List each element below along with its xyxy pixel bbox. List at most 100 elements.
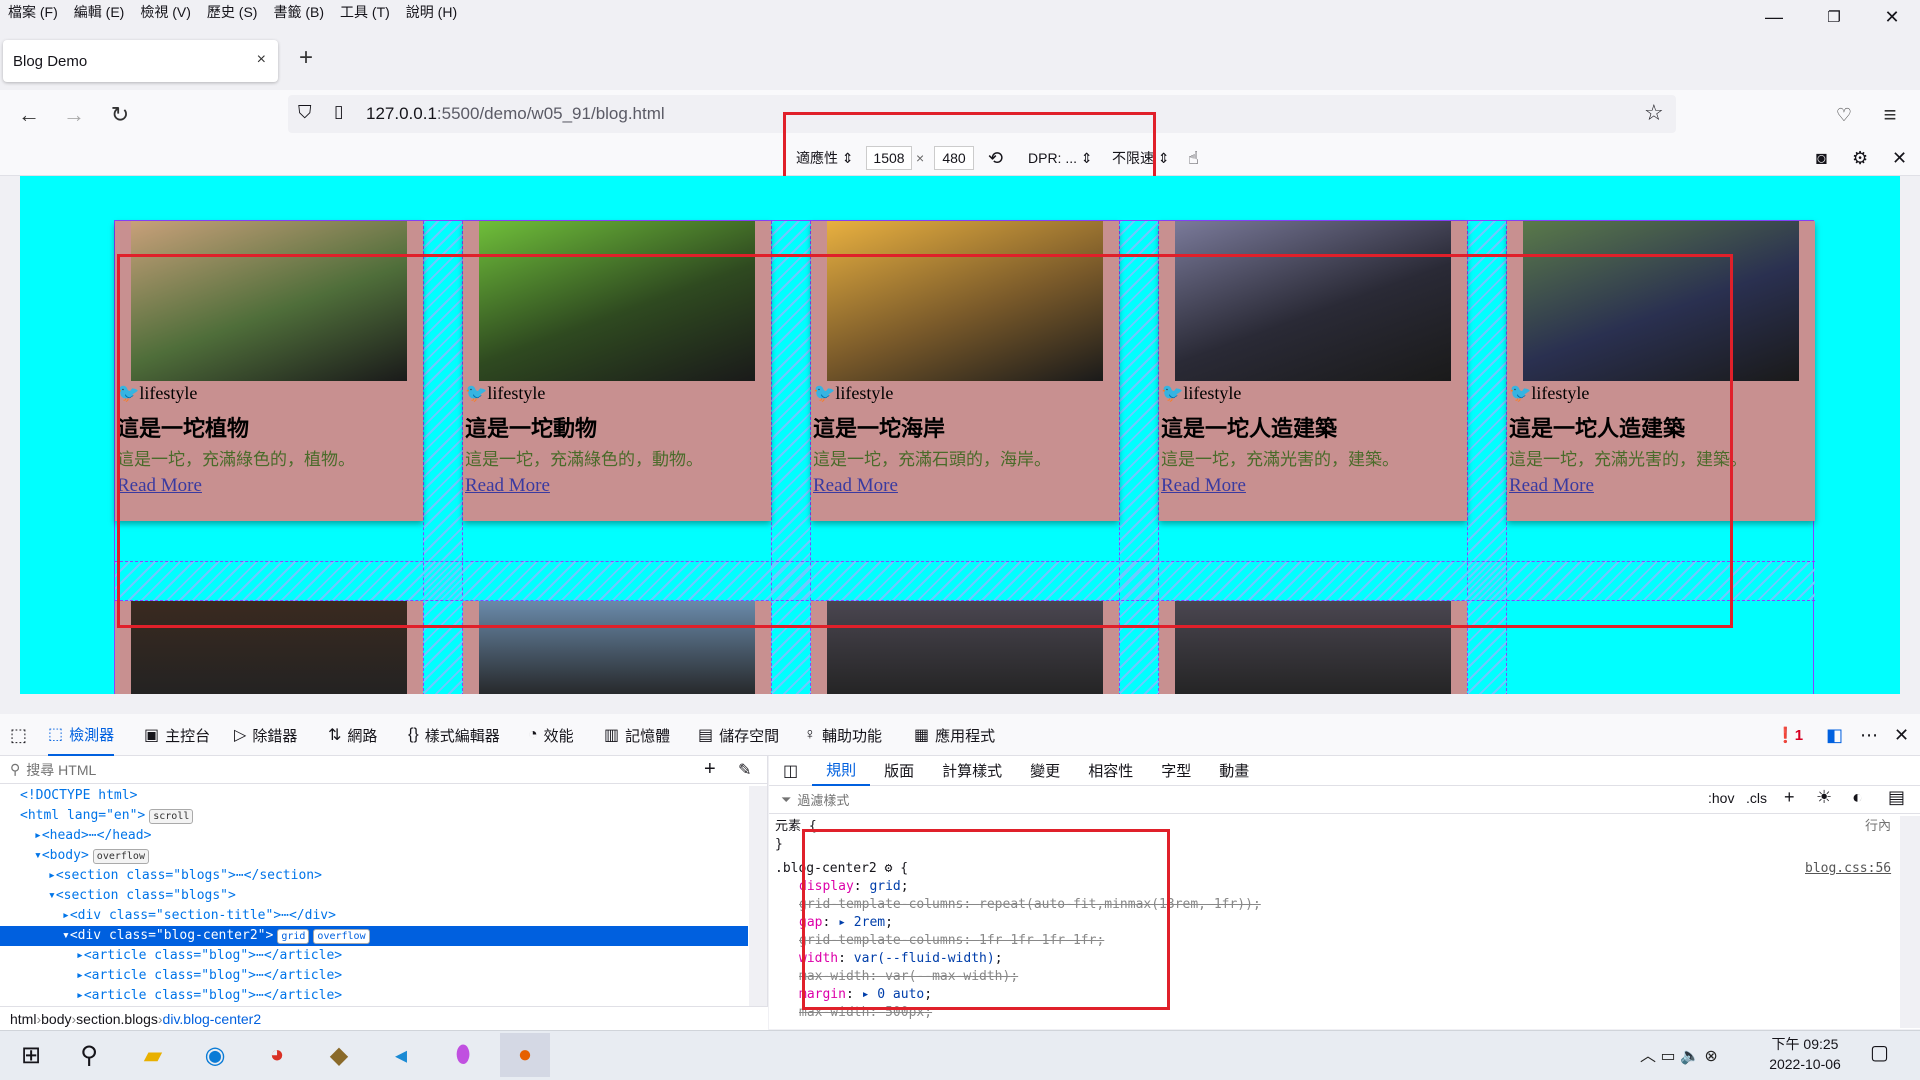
sidebar-tab[interactable]: 版面 [870,756,928,786]
devtools-tab[interactable]: ⬚ 檢測器 [48,714,115,756]
markup-node[interactable]: ▸<head>⋯</head> [0,826,748,846]
menu-item[interactable]: 說明 (H) [398,2,465,22]
sidebar-tab[interactable]: 動畫 [1205,756,1263,786]
breadcrumb-item[interactable]: body [41,1011,71,1027]
breadcrumb-item[interactable]: html [10,1011,36,1027]
devtools-tab[interactable]: {} 樣式編輯器 [408,714,500,756]
sidebar-tab[interactable]: 相容性 [1074,756,1147,786]
devtools-tab[interactable]: ▤ 儲存空間 [698,714,779,756]
breadcrumb-item[interactable]: div.blog-center2 [163,1011,262,1027]
back-icon[interactable]: ← [12,98,46,132]
chrome-icon[interactable]: ◕ [252,1033,302,1077]
add-node-icon[interactable]: + [704,758,716,781]
node-badge[interactable]: grid [277,929,310,944]
tray-icons[interactable]: ︿ ▭ 🔈 ⊗ [1640,1042,1718,1066]
eyedropper-icon[interactable]: ✎ [738,760,751,780]
restore-button[interactable]: ❐ [1806,0,1862,34]
shield-icon[interactable]: ⛉ [298,102,312,123]
print-media-icon[interactable]: ▤ [1888,787,1905,808]
touch-simulation-icon[interactable]: ☝ [1188,140,1199,176]
tab-blog-demo[interactable]: Blog Demo × [3,40,278,82]
element-picker-icon[interactable]: ⬚ [10,714,27,756]
sidebar-tab[interactable]: 變更 [1016,756,1074,786]
tab-close-icon[interactable]: × [257,51,266,69]
clock[interactable]: 下午 09:25 2022-10-06 [1760,1034,1850,1074]
menu-item[interactable]: 工具 (T) [332,2,398,22]
edge-icon[interactable]: ◉ [190,1033,240,1077]
node-badge[interactable]: scroll [149,809,194,824]
inline-source: 行內 [1865,819,1892,834]
node-badge[interactable]: overflow [313,929,370,944]
menu-item[interactable]: 檔案 (F) [0,2,66,22]
markup-node[interactable]: ▾<section class="blogs"> [0,886,748,906]
minimize-button[interactable]: — [1746,0,1802,34]
tab-strip [0,34,1920,84]
markup-node-text: ▾<body> [34,848,89,863]
node-badge[interactable]: overflow [92,849,149,864]
screenshot-icon[interactable]: ◙ [1816,140,1827,176]
dock-icon[interactable]: ◧ [1826,714,1843,756]
markup-node[interactable]: ▸<article class="blog">⋯</article> [0,966,748,986]
taskbar-search-icon[interactable]: ⚲ [64,1033,114,1077]
toggle-pane-icon[interactable]: ◫ [769,756,812,786]
hov-toggle[interactable]: :hov [1708,790,1734,806]
devtools-tab-icon: ▦ [914,727,930,744]
page-vertical-scrollbar[interactable] [1900,176,1920,694]
devtools-tab[interactable]: ◔ 效能 [528,714,574,756]
rules-scrollbar[interactable] [1900,816,1920,1028]
devtools-tab[interactable]: ▦ 應用程式 [914,714,995,756]
devtools-tab[interactable]: ♀ 輔助功能 [804,714,882,756]
menu-item[interactable]: 檢視 (V) [132,2,199,22]
breadcrumb-item[interactable]: section.blogs [76,1011,158,1027]
menu-item[interactable]: 編輯 (E) [66,2,133,22]
close-devtools-icon[interactable]: ✕ [1894,714,1909,756]
windows-start-icon[interactable]: ⊞ [6,1033,56,1077]
app-menu-icon[interactable]: ≡ [1873,98,1907,132]
forward-icon[interactable]: → [57,98,91,132]
sidebar-tab[interactable]: 字型 [1147,756,1205,786]
light-scheme-icon[interactable]: ☀ [1816,787,1832,808]
file-explorer-icon[interactable]: ▰ [128,1033,178,1077]
reload-icon[interactable]: ↻ [103,98,137,132]
firefox-icon[interactable]: ● [500,1033,550,1077]
app-icon[interactable]: ⬮ [438,1033,488,1077]
window-close-button[interactable]: ✕ [1864,0,1920,34]
markup-node[interactable]: ▸<div class="section-title">⋯</div> [0,906,748,926]
new-tab-button[interactable]: + [290,44,322,72]
page-horizontal-scrollbar[interactable] [0,694,1920,714]
menu-item[interactable]: 歷史 (S) [199,2,266,22]
markup-node-text: ▸<article class="blog">⋯</article> [76,948,343,963]
search-html-input[interactable]: ⚲ 搜尋 HTML [0,756,768,784]
error-count[interactable]: ❗ 1 [1776,714,1803,756]
url-text[interactable]: 127.0.0.1:5500/demo/w05_91/blog.html [366,104,665,124]
devtools-tab[interactable]: ▷ 除錯器 [234,714,297,756]
rule-source-link[interactable]: blog.css:56 [1805,860,1891,878]
markup-node[interactable]: ▸<article class="blog">⋯</article> [0,946,748,966]
notifications-icon[interactable]: ▢ [1870,1040,1889,1065]
devtools-tab[interactable]: ▥ 記憶體 [604,714,670,756]
vscode-icon[interactable]: ◂ [376,1033,426,1077]
devtools-tab-icon: ♀ [804,726,816,743]
sidebar-tab[interactable]: 規則 [812,756,871,786]
dark-scheme-icon[interactable]: ◐ [1852,787,1863,808]
markup-node[interactable]: <!DOCTYPE html> [0,786,748,806]
markup-scrollbar[interactable] [749,786,767,1006]
devtools-tab[interactable]: ▣ 主控台 [144,714,210,756]
devtools-tab-label: 儲存空間 [719,727,780,745]
markup-node[interactable]: ▸<section class="blogs">⋯</section> [0,866,748,886]
menu-item[interactable]: 書籤 (B) [265,2,332,22]
git-icon[interactable]: ◆ [314,1033,364,1077]
markup-node[interactable]: ▾<div class="blog-center2"> grid overflow [0,926,748,946]
cls-toggle[interactable]: .cls [1746,790,1767,806]
add-rule-icon[interactable]: + [1784,787,1795,808]
more-options-icon[interactable]: ⋯ [1860,714,1878,756]
bookmark-star-icon[interactable]: ☆ [1644,100,1664,126]
settings-gear-icon[interactable]: ⚙ [1852,140,1868,176]
devtools-tab[interactable]: ⇅ 網路 [328,714,377,756]
markup-node[interactable]: <html lang="en"> scroll [0,806,748,826]
markup-node[interactable]: ▸<article class="blog">⋯</article> [0,986,748,1006]
sidebar-tab[interactable]: 計算樣式 [928,756,1016,786]
markup-node[interactable]: ▾<body> overflow [0,846,748,866]
close-rdm-icon[interactable]: ✕ [1892,140,1907,176]
pocket-icon[interactable]: ♡ [1827,98,1861,132]
